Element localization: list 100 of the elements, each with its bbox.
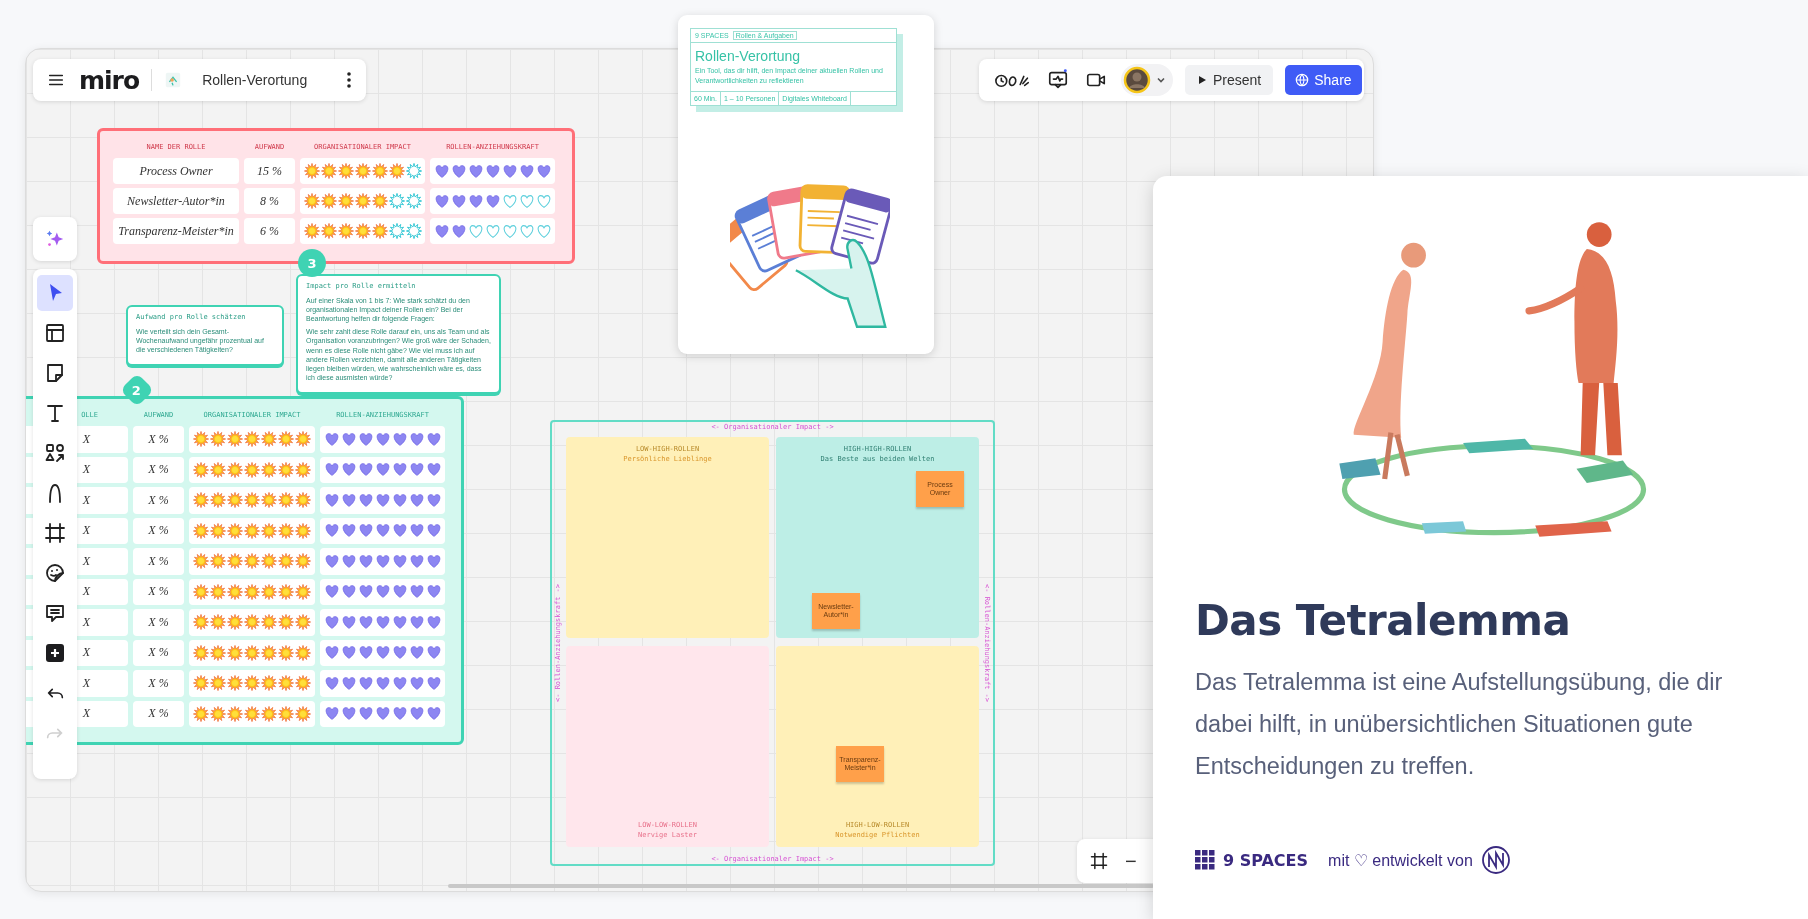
rating-cell[interactable] — [320, 578, 445, 605]
sun-icon — [295, 522, 311, 539]
sun-icon — [278, 522, 294, 539]
table-cell: X % — [133, 517, 184, 544]
grid-icon — [1195, 850, 1215, 870]
user-menu-button[interactable] — [1121, 64, 1173, 96]
sun-icon — [278, 461, 294, 478]
rating-cell[interactable] — [300, 188, 425, 214]
rating-cell[interactable] — [300, 158, 425, 184]
heart-icon — [433, 224, 450, 238]
rating-cell[interactable] — [320, 517, 445, 544]
sun-icon — [193, 675, 209, 692]
kebab-icon — [346, 70, 352, 90]
ai-assist-button[interactable] — [33, 217, 77, 261]
rating-cell[interactable] — [189, 609, 315, 636]
sun-icon — [261, 522, 277, 539]
zoom-out-button[interactable]: − — [1121, 849, 1141, 873]
heart-icon — [408, 493, 425, 507]
sun-icon — [278, 492, 294, 509]
sun-icon — [261, 583, 277, 600]
share-button[interactable]: Share — [1285, 65, 1362, 95]
rating-cell[interactable] — [320, 426, 445, 453]
sun-icon — [244, 431, 260, 448]
table-cell: Newsletter-Autor*in — [113, 188, 239, 214]
rating-cell[interactable] — [189, 578, 315, 605]
heart-icon — [374, 524, 391, 538]
heart-icon — [425, 707, 442, 721]
heart-icon — [357, 585, 374, 599]
table-cell: X % — [133, 700, 184, 727]
sun-icon — [227, 522, 243, 539]
heart-icon — [391, 554, 408, 568]
sun-icon — [295, 675, 311, 692]
table-cell: X % — [133, 548, 184, 575]
heart-icon — [374, 432, 391, 446]
sun-icon — [337, 223, 354, 239]
rating-cell[interactable] — [430, 188, 555, 214]
sun-icon — [371, 193, 388, 209]
sun-icon — [244, 461, 260, 478]
heart-icon — [484, 194, 501, 208]
rating-cell[interactable] — [300, 218, 425, 244]
sun-icon — [278, 614, 294, 631]
sun-icon — [244, 553, 260, 570]
sun-icon — [371, 163, 388, 179]
sun-icon — [337, 163, 354, 179]
sun-icon — [261, 644, 277, 661]
sun-icon — [244, 705, 260, 722]
rating-cell[interactable] — [189, 548, 315, 575]
rating-cell[interactable] — [320, 700, 445, 727]
rating-cell[interactable] — [320, 487, 445, 514]
rating-cell[interactable] — [430, 218, 555, 244]
heart-icon — [323, 524, 340, 538]
sun-icon — [278, 675, 294, 692]
board-title[interactable]: Rollen-Verortung — [202, 72, 332, 88]
sun-icon — [278, 553, 294, 570]
table-cell: X % — [133, 456, 184, 483]
heart-outline-icon — [535, 194, 552, 208]
heart-icon — [357, 707, 374, 721]
rating-cell[interactable] — [189, 670, 315, 697]
table-cell: X % — [133, 670, 184, 697]
heart-icon — [425, 524, 442, 538]
rating-cell[interactable] — [189, 517, 315, 544]
sun-icon — [193, 431, 209, 448]
heart-icon — [518, 164, 535, 178]
rating-cell[interactable] — [430, 158, 555, 184]
heart-icon — [323, 585, 340, 599]
template-title: Rollen-Verortung — [694, 47, 802, 66]
rating-cell[interactable] — [320, 548, 445, 575]
rating-cell[interactable] — [189, 456, 315, 483]
rating-cell[interactable] — [320, 639, 445, 666]
sun-icon — [354, 163, 371, 179]
sun-icon — [303, 193, 320, 209]
heart-icon — [357, 676, 374, 690]
present-button[interactable]: Present — [1185, 65, 1274, 95]
rating-cell[interactable] — [320, 670, 445, 697]
heart-icon — [408, 463, 425, 477]
heart-icon — [391, 493, 408, 507]
heart-icon — [391, 646, 408, 660]
sun-icon — [193, 522, 209, 539]
rating-cell[interactable] — [189, 639, 315, 666]
heart-icon — [467, 164, 484, 178]
sun-icon — [193, 614, 209, 631]
heart-icon — [374, 585, 391, 599]
sun-icon — [227, 431, 243, 448]
rating-cell[interactable] — [189, 487, 315, 514]
avatar-icon — [1123, 66, 1151, 94]
rating-cell[interactable] — [320, 609, 445, 636]
rating-cell[interactable] — [320, 456, 445, 483]
sun-icon — [278, 431, 294, 448]
heart-icon — [374, 676, 391, 690]
rating-cell[interactable] — [189, 426, 315, 453]
sun-icon — [303, 223, 320, 239]
heart-icon — [323, 646, 340, 660]
rating-cell[interactable] — [189, 700, 315, 727]
scrollbar[interactable] — [448, 884, 1154, 888]
heart-icon — [357, 493, 374, 507]
sun-icon — [210, 461, 226, 478]
heart-icon — [323, 493, 340, 507]
sun-outline-icon — [405, 223, 422, 239]
sun-icon — [193, 553, 209, 570]
sun-icon — [210, 522, 226, 539]
